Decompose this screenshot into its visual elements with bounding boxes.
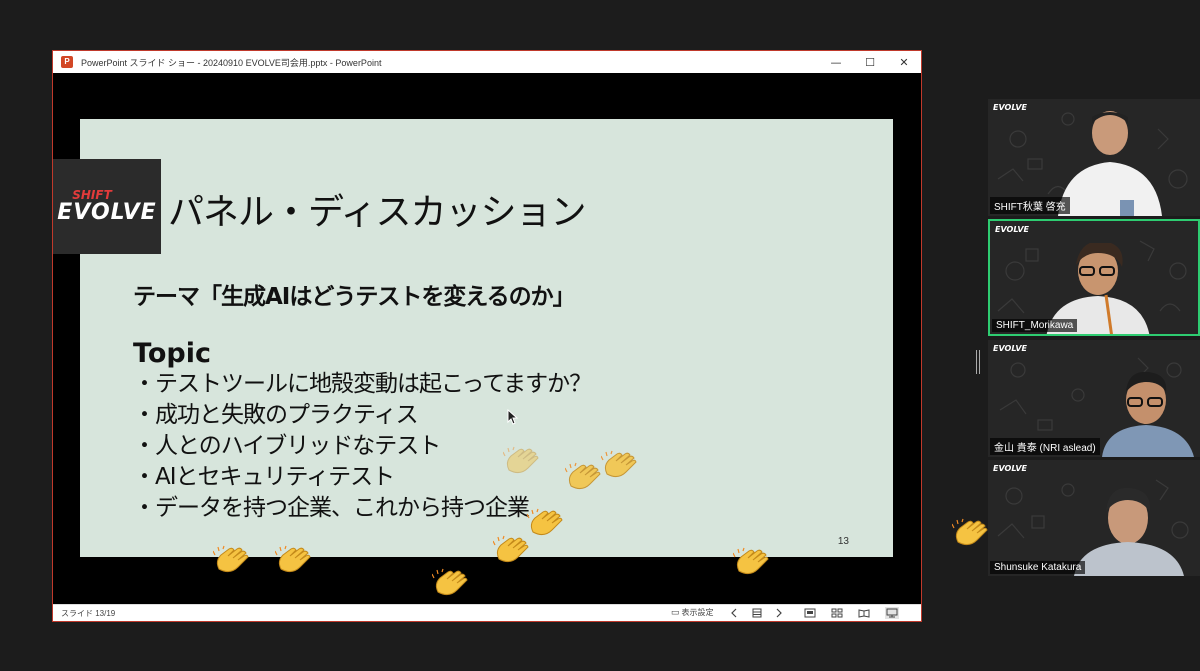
maximize-button[interactable]: ☐ [853, 51, 887, 73]
slide-theme: テーマ「生成AIはどうテストを変えるのか」 [133, 284, 576, 310]
normal-view-icon [804, 608, 816, 618]
slide-title: パネル・ディスカッション [168, 192, 586, 233]
participant-name: SHIFT秋葉 啓充 [990, 197, 1070, 214]
participant-video [1102, 371, 1194, 457]
clapping-hands-icon [952, 518, 988, 546]
participant-tile[interactable]: EVOLVE SHIFT秋葉 啓充 [988, 99, 1200, 216]
logo-shift-text: SHIFT [72, 187, 112, 202]
next-slide-button[interactable] [772, 607, 786, 619]
participant-name: Shunsuke Katakura [990, 561, 1086, 574]
display-settings-button[interactable]: ▭ 表示設定 [671, 607, 714, 618]
topic-item: ・データを持つ企業、これから持つ企業 [133, 495, 530, 521]
reading-view-button[interactable] [857, 607, 871, 619]
display-settings-label: 表示設定 [681, 608, 714, 617]
slide-canvas[interactable]: SHIFT EVOLVE パネル・ディスカッション テーマ「生成AIはどうテスト… [53, 119, 893, 557]
statusbar: スライド 13/19 ▭ 表示設定 [53, 604, 921, 621]
clapping-hands-icon [527, 508, 563, 536]
slide-count: スライド 13/19 [61, 609, 116, 618]
participant-tile-active[interactable]: EVOLVE SHIFT_Morikawa [988, 219, 1200, 336]
normal-view-button[interactable] [803, 607, 817, 619]
previous-slide-button[interactable] [727, 607, 741, 619]
topic-heading: Topic [133, 338, 211, 369]
clapping-hands-icon [601, 450, 637, 478]
all-slides-button[interactable] [750, 607, 764, 619]
minimize-button[interactable]: — [819, 51, 853, 73]
clapping-hands-icon [213, 545, 249, 573]
clapping-hands-icon [565, 462, 601, 490]
clapping-hands-icon [503, 446, 539, 474]
tile-evolve-logo: EVOLVE [993, 344, 1027, 353]
monitor-icon: ▭ [671, 607, 680, 617]
powerpoint-window: P PowerPoint スライド ショー - 20240910 EVOLVE司… [52, 50, 922, 622]
participant-tile[interactable]: EVOLVE 金山 貴泰 (NRI aslead) [988, 340, 1200, 457]
window-title: PowerPoint スライド ショー - 20240910 EVOLVE司会用… [81, 57, 382, 68]
window-titlebar[interactable]: P PowerPoint スライド ショー - 20240910 EVOLVE司… [53, 51, 921, 73]
evolve-logo: SHIFT EVOLVE [53, 159, 161, 254]
slideshow-icon [886, 608, 898, 618]
mouse-pointer-icon [507, 409, 519, 425]
topic-item: ・成功と失敗のプラクティス [133, 402, 419, 428]
slide-sorter-icon [831, 608, 843, 618]
close-button[interactable]: ✕ [887, 51, 921, 73]
participant-name: 金山 貴泰 (NRI aslead) [990, 438, 1100, 455]
tile-evolve-logo: EVOLVE [993, 103, 1027, 112]
clapping-hands-icon [275, 545, 311, 573]
clapping-hands-icon [733, 547, 769, 575]
clapping-hands-icon [432, 568, 468, 596]
slide-sorter-button[interactable] [830, 607, 844, 619]
reading-view-icon [858, 609, 870, 618]
logo-evolve-text: EVOLVE [57, 199, 157, 225]
participant-name: SHIFT_Morikawa [992, 319, 1078, 332]
topic-item: ・テストツールに地殻変動は起こってますか？ [133, 371, 592, 397]
chevron-left-icon [731, 608, 737, 618]
panel-resize-handle[interactable] [976, 350, 980, 374]
powerpoint-app-icon: P [61, 56, 73, 68]
tile-evolve-logo: EVOLVE [995, 225, 1029, 234]
participant-tile[interactable]: EVOLVE Shunsuke Katakura [988, 460, 1200, 576]
tile-evolve-logo: EVOLVE [993, 464, 1027, 473]
clapping-hands-icon [493, 535, 529, 563]
chevron-right-icon [776, 608, 782, 618]
slideshow-view-button[interactable] [885, 607, 899, 619]
slides-grid-icon [752, 608, 762, 618]
participant-video [1074, 488, 1184, 576]
slide-number: 13 [837, 536, 849, 547]
